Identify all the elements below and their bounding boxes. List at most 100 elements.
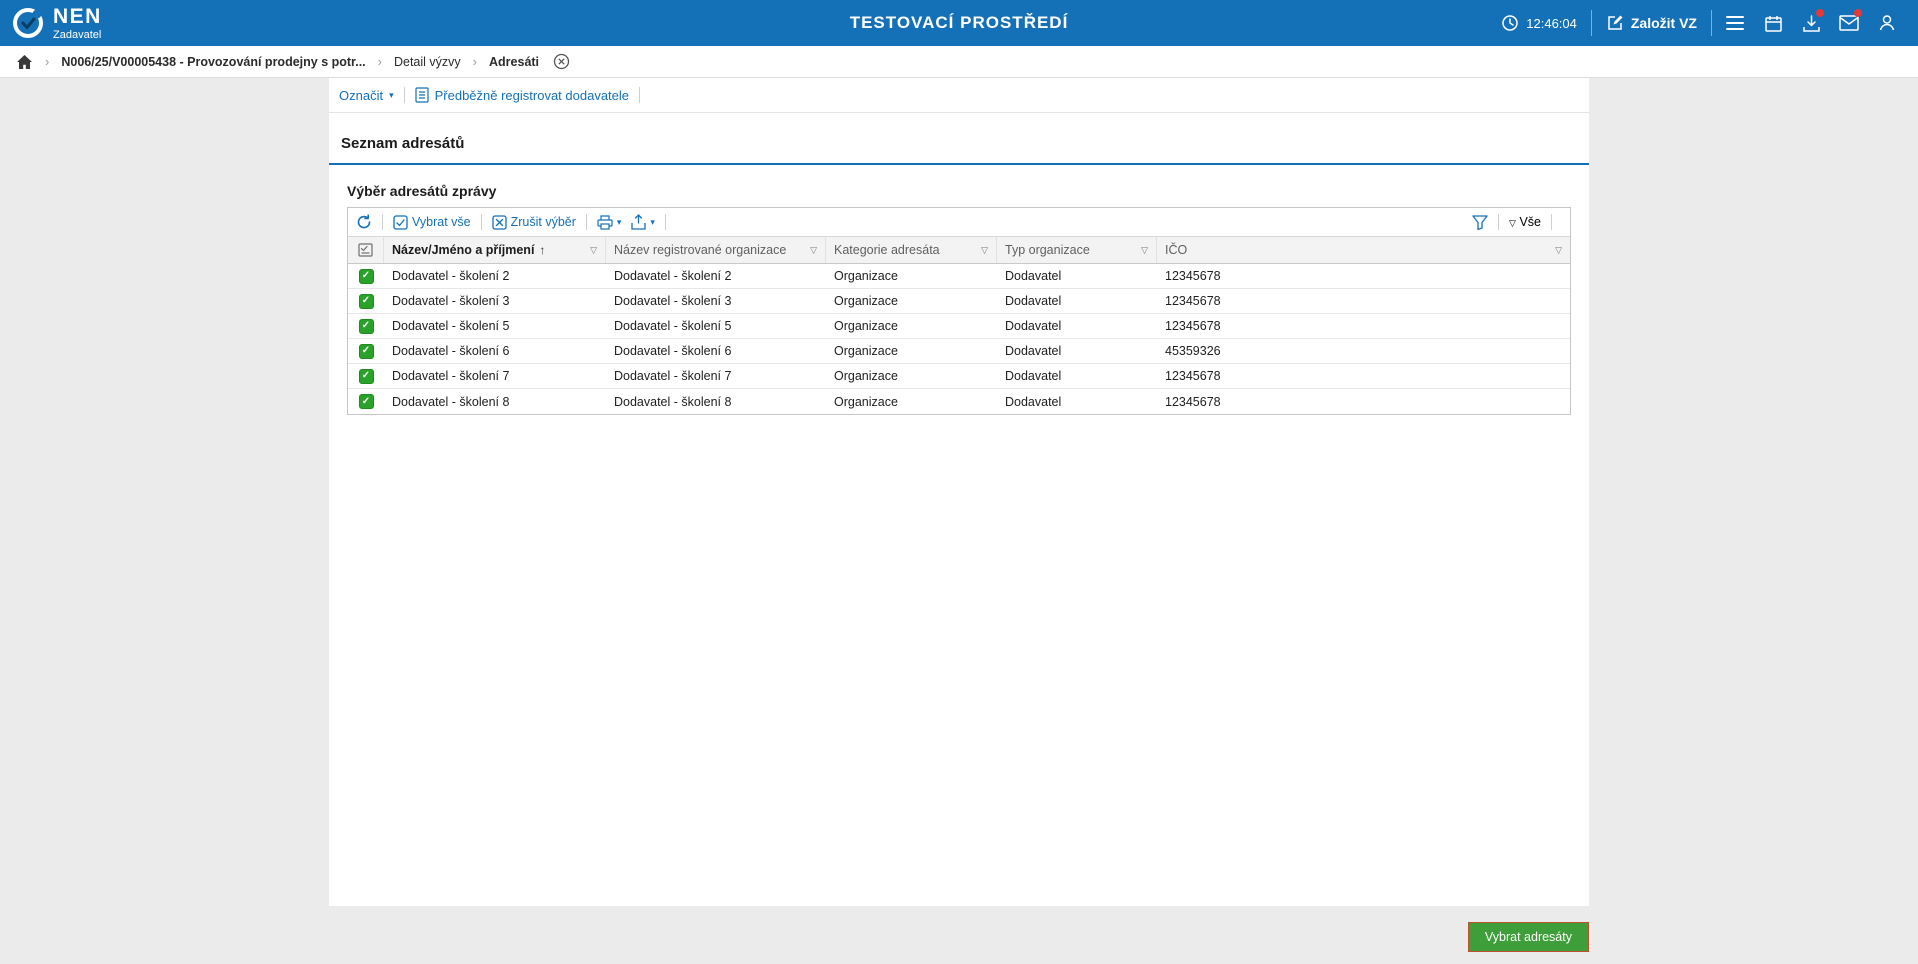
select-addressees-button[interactable]: Vybrat adresáty xyxy=(1467,922,1589,952)
breadcrumb-item-current[interactable]: Adresáti xyxy=(489,55,539,69)
column-header-ico[interactable]: IČO ▽ xyxy=(1157,237,1570,263)
filter-button[interactable] xyxy=(1472,214,1488,230)
cell-name: Dodavatel - školení 6 xyxy=(392,344,510,358)
downloads-button[interactable] xyxy=(1792,4,1830,42)
row-checkbox[interactable]: ✓ xyxy=(358,293,374,309)
breadcrumb-separator: › xyxy=(377,54,382,69)
table-row[interactable]: ✓ Dodavatel - školení 6 Dodavatel - škol… xyxy=(348,339,1570,364)
top-bar-actions: 12:46:04 Založit VZ xyxy=(1491,4,1906,42)
table-row[interactable]: ✓ Dodavatel - školení 7 Dodavatel - škol… xyxy=(348,364,1570,389)
profile-button[interactable] xyxy=(1868,4,1906,42)
cell-ico: 45359326 xyxy=(1165,344,1221,358)
close-tab-button[interactable] xyxy=(553,53,570,70)
table-body: ✓ Dodavatel - školení 2 Dodavatel - škol… xyxy=(348,264,1570,414)
messages-button[interactable] xyxy=(1830,4,1868,42)
menu-button[interactable] xyxy=(1716,4,1754,42)
column-header-select[interactable] xyxy=(348,237,384,263)
breadcrumb-item-case[interactable]: N006/25/V00005438 - Provozování prodejny… xyxy=(61,55,365,69)
section-header: Seznam adresátů xyxy=(329,113,1589,165)
header-divider xyxy=(1590,10,1592,36)
row-checkbox[interactable]: ✓ xyxy=(358,368,374,384)
table-row[interactable]: ✓ Dodavatel - školení 5 Dodavatel - škol… xyxy=(348,314,1570,339)
create-vz-button[interactable]: Založit VZ xyxy=(1596,14,1707,32)
calendar-icon xyxy=(1764,14,1783,33)
row-checkbox[interactable]: ✓ xyxy=(358,268,374,284)
column-header-name[interactable]: Název/Jméno a příjmení ↑ ▽ xyxy=(384,237,606,263)
column-header-type[interactable]: Typ organizace ▽ xyxy=(997,237,1157,263)
print-button[interactable]: ▾ xyxy=(597,214,621,230)
breadcrumb: › N006/25/V00005438 - Provozování prodej… xyxy=(0,46,1918,78)
table-row[interactable]: ✓ Dodavatel - školení 8 Dodavatel - škol… xyxy=(348,389,1570,414)
export-button[interactable]: ▾ xyxy=(631,214,655,230)
addressees-grid: Vybrat vše Zrušit výběr ▾ ▾ ▽ Vše Název/… xyxy=(347,207,1571,415)
brand-subtitle: Zadavatel xyxy=(53,28,102,41)
scope-dropdown[interactable]: ▽ Vše xyxy=(1509,215,1541,229)
edit-icon xyxy=(1606,14,1624,32)
toolbar-divider xyxy=(1551,214,1552,230)
column-filter-icon[interactable]: ▽ xyxy=(975,245,988,256)
check-icon: ✓ xyxy=(361,370,371,381)
select-column-icon xyxy=(358,243,373,257)
clear-selection-button[interactable]: Zrušit výběr xyxy=(491,214,576,230)
cell-type: Dodavatel xyxy=(1005,394,1062,409)
select-all-button[interactable]: Vybrat vše xyxy=(393,214,471,230)
hamburger-icon xyxy=(1726,15,1744,31)
preregister-supplier-button[interactable]: Předběžně registrovat dodavatele xyxy=(415,87,629,103)
cell-category: Organizace xyxy=(834,319,898,333)
brand-name: NEN xyxy=(53,4,102,28)
cell-org: Dodavatel - školení 8 xyxy=(614,394,732,409)
export-icon xyxy=(631,214,647,230)
select-all-label: Vybrat vše xyxy=(412,215,471,229)
brand[interactable]: NEN Zadavatel xyxy=(12,6,102,41)
check-icon: ✓ xyxy=(361,320,371,331)
table-row[interactable]: ✓ Dodavatel - školení 3 Dodavatel - škol… xyxy=(348,289,1570,314)
footer-actions: Vybrat adresáty xyxy=(329,922,1589,952)
row-checkbox[interactable]: ✓ xyxy=(358,318,374,334)
funnel-icon xyxy=(1472,214,1488,230)
breadcrumb-separator: › xyxy=(45,54,50,69)
column-filter-icon[interactable]: ▽ xyxy=(584,245,597,256)
column-filter-icon[interactable]: ▽ xyxy=(1549,245,1562,256)
row-checkbox[interactable]: ✓ xyxy=(358,343,374,359)
refresh-icon xyxy=(356,214,372,230)
row-checkbox[interactable]: ✓ xyxy=(358,394,374,409)
cell-category: Organizace xyxy=(834,394,898,409)
cell-org: Dodavatel - školení 5 xyxy=(614,319,732,333)
home-button[interactable] xyxy=(16,54,33,70)
mark-dropdown-button[interactable]: Označit ▾ xyxy=(339,88,394,103)
refresh-button[interactable] xyxy=(356,214,372,230)
cell-type: Dodavatel xyxy=(1005,344,1062,358)
toolbar-divider xyxy=(664,214,666,230)
check-icon: ✓ xyxy=(361,345,371,356)
cell-ico: 12345678 xyxy=(1165,319,1221,333)
column-filter-icon[interactable]: ▽ xyxy=(1135,245,1148,256)
cell-ico: 12345678 xyxy=(1165,294,1221,308)
cell-category: Organizace xyxy=(834,294,898,308)
cell-ico: 12345678 xyxy=(1165,269,1221,283)
breadcrumb-separator: › xyxy=(472,54,478,69)
clear-selection-label: Zrušit výběr xyxy=(510,215,576,229)
table-header: Název/Jméno a příjmení ↑ ▽ Název registr… xyxy=(348,236,1570,264)
cell-org: Dodavatel - školení 7 xyxy=(614,369,732,383)
cell-ico: 12345678 xyxy=(1165,369,1221,383)
scope-label: Vše xyxy=(1519,215,1541,229)
cell-name: Dodavatel - školení 5 xyxy=(392,319,510,333)
cell-ico: 12345678 xyxy=(1165,394,1221,409)
document-icon xyxy=(415,87,429,103)
column-header-category[interactable]: Kategorie adresáta ▽ xyxy=(826,237,997,263)
breadcrumb-item-detail[interactable]: Detail výzvy xyxy=(394,55,461,69)
column-filter-icon[interactable]: ▽ xyxy=(804,245,817,256)
check-icon: ✓ xyxy=(361,270,371,281)
current-time: 12:46:04 xyxy=(1526,15,1577,31)
calendar-button[interactable] xyxy=(1754,4,1792,42)
cell-category: Organizace xyxy=(834,344,898,358)
cell-type: Dodavatel xyxy=(1005,319,1062,333)
cell-org: Dodavatel - školení 3 xyxy=(614,294,732,308)
check-icon: ✓ xyxy=(361,395,371,407)
actions-toolbar: Označit ▾ Předběžně registrovat dodavate… xyxy=(329,78,1589,113)
cell-type: Dodavatel xyxy=(1005,369,1062,383)
table-row[interactable]: ✓ Dodavatel - školení 2 Dodavatel - škol… xyxy=(348,264,1570,289)
header-divider xyxy=(1711,10,1712,36)
cell-type: Dodavatel xyxy=(1005,294,1062,308)
column-header-org[interactable]: Název registrované organizace ▽ xyxy=(606,237,826,263)
